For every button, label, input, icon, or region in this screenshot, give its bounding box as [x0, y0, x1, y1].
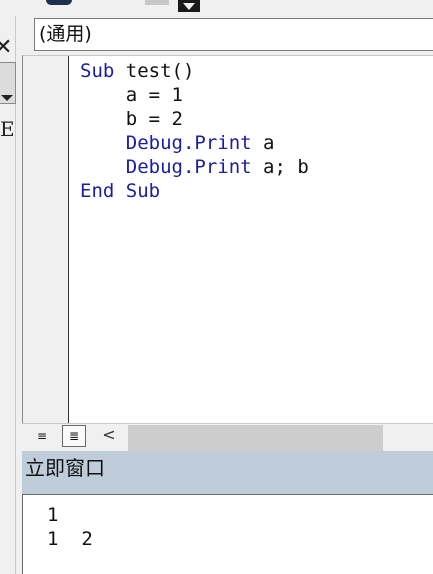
output-line: 1 2 — [47, 528, 93, 550]
code-keyword: Debug.Print — [80, 132, 252, 154]
chevron-down-icon[interactable] — [1, 95, 13, 101]
code-line[interactable]: Debug.Print a; b — [80, 155, 433, 179]
code-bottom-bar: ≡ ≣ < — [22, 423, 433, 455]
close-icon[interactable] — [0, 34, 16, 62]
output-line: 1 — [47, 504, 59, 526]
code-keyword: Sub — [80, 60, 115, 82]
code-token: test() — [114, 60, 195, 82]
code-text[interactable]: Sub test() a = 1 b = 2 Debug.Print a Deb… — [80, 59, 433, 203]
code-window: (通用) Sub test() a = 1 b = 2 Debug.Print … — [22, 16, 433, 455]
scroll-left-icon[interactable]: < — [100, 424, 118, 445]
code-line[interactable]: Debug.Print a — [80, 131, 433, 155]
code-token: a = 1 — [80, 84, 183, 106]
toolbar — [0, 0, 433, 16]
margin-indicator-bar[interactable] — [23, 56, 68, 424]
procedure-view-button[interactable]: ≡ — [30, 425, 54, 447]
code-line[interactable]: a = 1 — [80, 83, 433, 107]
immediate-window-title[interactable]: 立即窗口 — [22, 451, 433, 494]
full-module-view-button[interactable]: ≣ — [62, 425, 86, 447]
toolbar-dropdown-icon[interactable] — [178, 0, 200, 14]
properties-combo[interactable] — [0, 62, 16, 104]
gutter-divider — [68, 56, 69, 424]
immediate-window: 立即窗口 11 2 — [22, 451, 433, 574]
code-token: a; b — [251, 156, 309, 178]
find-icon[interactable] — [44, 0, 74, 6]
code-keyword: Debug.Print — [80, 156, 252, 178]
toolbar-gray-icon[interactable] — [145, 0, 169, 5]
code-editor[interactable]: Sub test() a = 1 b = 2 Debug.Print a Deb… — [22, 55, 433, 424]
toolbar-red-icon[interactable] — [0, 0, 6, 6]
code-line[interactable]: Sub test() — [80, 59, 433, 83]
object-combo[interactable]: (通用) — [34, 18, 433, 51]
immediate-window-body[interactable]: 11 2 — [22, 494, 433, 574]
code-token: a — [251, 132, 275, 154]
code-token: b = 2 — [80, 108, 183, 130]
code-keyword: End Sub — [80, 180, 161, 202]
code-line[interactable]: b = 2 — [80, 107, 433, 131]
immediate-output[interactable]: 11 2 — [47, 503, 93, 551]
code-line[interactable]: End Sub — [80, 179, 433, 203]
project-panel: E — [0, 16, 22, 574]
panel-partial-text: E — [0, 117, 15, 141]
